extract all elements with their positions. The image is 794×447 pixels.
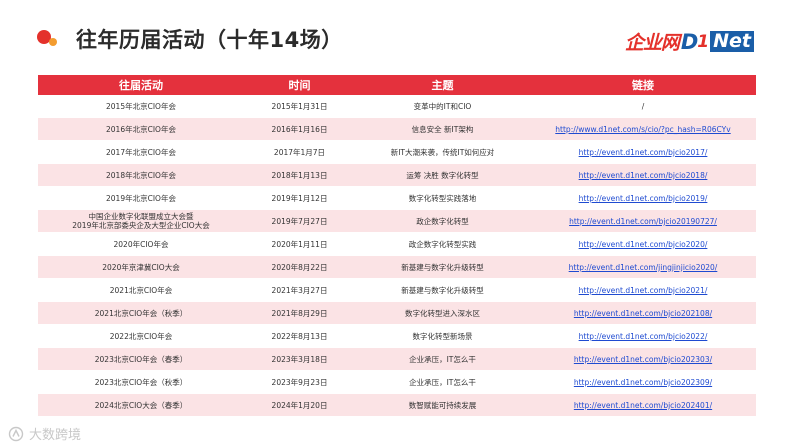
event-theme-cell: 运筹 决胜 数字化转型: [355, 163, 530, 187]
table-row: 2021北京CIO年会 2021年3月27日 新基建与数字化升级转型 http://e…: [38, 278, 756, 302]
event-theme-cell: 新基建与数字化升级转型: [355, 255, 530, 279]
event-name-cell: 2023北京CIO年会（春季）: [38, 347, 244, 371]
table-header-row: 往届活动 时间 主题 链接: [38, 75, 756, 95]
event-name-cell: 2018年北京CIO年会: [38, 163, 244, 187]
brand-mark-icon: [8, 426, 24, 441]
column-header-link: 链接: [530, 75, 756, 95]
event-link-cell[interactable]: http://event.d1net.com/bjcio2017/: [530, 140, 756, 164]
table-row: 2016年北京CIO年会 2016年1月16日 信息安全 新IT架构 http://w…: [38, 117, 756, 141]
d1net-logo: 企业网 D 1 Net: [625, 28, 754, 55]
slide: 往年历届活动（十年14场） 企业网 D 1 Net 往届活动 时间 主题 链接 …: [0, 0, 794, 447]
event-theme-cell: 数字化转型实践落地: [355, 186, 530, 210]
watermark: 大数跨境: [8, 424, 81, 443]
event-theme-cell: 企业承压，IT怎么干: [355, 347, 530, 371]
event-link-cell[interactable]: http://event.d1net.com/jingjinjicio2020/: [530, 255, 756, 279]
table-row: 中国企业数字化联盟成立大会暨 2019年北京部委央企及大型企业CIO大会 2019…: [38, 209, 756, 233]
event-link-cell[interactable]: http://event.d1net.com/bjcio2018/: [530, 163, 756, 187]
event-theme-cell: 数智赋能可持续发展: [355, 393, 530, 417]
table-row: 2021北京CIO年会（秋季） 2021年8月29日 数字化转型进入深水区 http:…: [38, 301, 756, 325]
event-date-cell: 2020年8月22日: [244, 255, 355, 279]
watermark-text: 大数跨境: [29, 428, 82, 443]
table-row: 2022北京CIO年会 2022年8月13日 数字化转型新场景 http://even…: [38, 324, 756, 348]
event-date-cell: 2015年1月31日: [244, 95, 355, 118]
event-link-cell[interactable]: http://event.d1net.com/bjcio20190727/: [530, 209, 756, 233]
event-date-cell: 2021年3月27日: [244, 278, 355, 302]
event-link-cell[interactable]: http://event.d1net.com/bjcio2020/: [530, 232, 756, 256]
table-row: 2018年北京CIO年会 2018年1月13日 运筹 决胜 数字化转型 http://…: [38, 163, 756, 187]
column-header-event: 往届活动: [38, 75, 244, 95]
events-table: 往届活动 时间 主题 链接 2015年北京CIO年会 2015年1月31日 变革中的…: [38, 75, 756, 417]
event-theme-cell: 信息安全 新IT架构: [355, 117, 530, 141]
table-row: 2020年CIO年会 2020年1月11日 政企数字化转型实践 http://even…: [38, 232, 756, 256]
event-theme-cell: 企业承压，IT怎么干: [355, 370, 530, 394]
event-name-cell: 2016年北京CIO年会: [38, 117, 244, 141]
table-row: 2024北京CIO大会（春季） 2024年1月20日 数智赋能可持续发展 http:/…: [38, 393, 756, 417]
event-name-cell: 2017年北京CIO年会: [38, 140, 244, 164]
event-date-cell: 2016年1月16日: [244, 117, 355, 141]
event-theme-cell: 政企数字化转型实践: [355, 232, 530, 256]
event-theme-cell: 政企数字化转型: [355, 209, 530, 233]
event-link-cell: /: [530, 95, 756, 118]
event-name-cell: 2023北京CIO年会（秋季）: [38, 370, 244, 394]
event-name-cell: 2021北京CIO年会: [38, 278, 244, 302]
logo-cn-text: 企业网: [624, 32, 680, 54]
event-link-cell[interactable]: http://event.d1net.com/bjcio2022/: [530, 324, 756, 348]
event-link-cell[interactable]: http://www.d1net.com/s/cio/?pc_hash=R06C…: [530, 117, 756, 141]
event-link-cell[interactable]: http://event.d1net.com/bjcio2019/: [530, 186, 756, 210]
event-date-cell: 2021年8月29日: [244, 301, 355, 325]
event-name-cell: 2022北京CIO年会: [38, 324, 244, 348]
event-theme-cell: 数字化转型新场景: [355, 324, 530, 348]
table-row: 2017年北京CIO年会 2017年1月7日 新IT大潮来袭，传统IT如何应对 htt…: [38, 140, 756, 164]
column-header-date: 时间: [244, 75, 355, 95]
event-date-cell: 2023年9月23日: [244, 370, 355, 394]
event-link-cell[interactable]: http://event.d1net.com/bjcio202108/: [530, 301, 756, 325]
table-row: 2015年北京CIO年会 2015年1月31日 变革中的IT和CIO /: [38, 95, 756, 118]
event-name-cell: 2021北京CIO年会（秋季）: [38, 301, 244, 325]
title-decoration-dot-small: [49, 38, 57, 46]
event-name-cell: 2019年北京CIO年会: [38, 186, 244, 210]
event-date-cell: 2024年1月20日: [244, 393, 355, 417]
event-name-cell: 2024北京CIO大会（春季）: [38, 393, 244, 417]
event-link-cell[interactable]: http://event.d1net.com/bjcio202309/: [530, 370, 756, 394]
column-header-theme: 主题: [355, 75, 530, 95]
event-link-cell[interactable]: http://event.d1net.com/bjcio2021/: [530, 278, 756, 302]
event-theme-cell: 新基建与数字化升级转型: [355, 278, 530, 302]
event-link-cell[interactable]: http://event.d1net.com/bjcio202303/: [530, 347, 756, 371]
event-name-cell: 中国企业数字化联盟成立大会暨 2019年北京部委央企及大型企业CIO大会: [38, 209, 244, 233]
page-title: 往年历届活动（十年14场）: [76, 28, 343, 52]
table-body: 2015年北京CIO年会 2015年1月31日 变革中的IT和CIO/2016年北京…: [38, 95, 756, 417]
event-date-cell: 2020年1月11日: [244, 232, 355, 256]
event-date-cell: 2018年1月13日: [244, 163, 355, 187]
event-theme-cell: 新IT大潮来袭，传统IT如何应对: [355, 140, 530, 164]
event-theme-cell: 数字化转型进入深水区: [355, 301, 530, 325]
event-date-cell: 2019年7月27日: [244, 209, 355, 233]
event-link-cell[interactable]: http://event.d1net.com/bjcio202401/: [530, 393, 756, 417]
event-name-cell: 2020年京津冀CIO大会: [38, 255, 244, 279]
logo-one: 1: [697, 31, 710, 52]
event-date-cell: 2019年1月12日: [244, 186, 355, 210]
table-row: 2023北京CIO年会（春季） 2023年3月18日 企业承压，IT怎么干 http:…: [38, 347, 756, 371]
table-row: 2023北京CIO年会（秋季） 2023年9月23日 企业承压，IT怎么干 http:…: [38, 370, 756, 394]
event-theme-cell: 变革中的IT和CIO: [355, 95, 530, 118]
table-row: 2019年北京CIO年会 2019年1月12日 数字化转型实践落地 http://ev…: [38, 186, 756, 210]
event-name-cell: 2015年北京CIO年会: [38, 95, 244, 118]
logo-net: Net: [710, 31, 754, 52]
event-name-cell: 2020年CIO年会: [38, 232, 244, 256]
event-date-cell: 2022年8月13日: [244, 324, 355, 348]
event-date-cell: 2023年3月18日: [244, 347, 355, 371]
logo-en-text: D 1 Net: [681, 30, 754, 54]
logo-d: D: [680, 29, 699, 54]
event-date-cell: 2017年1月7日: [244, 140, 355, 164]
table-row: 2020年京津冀CIO大会 2020年8月22日 新基建与数字化升级转型 http:/…: [38, 255, 756, 279]
